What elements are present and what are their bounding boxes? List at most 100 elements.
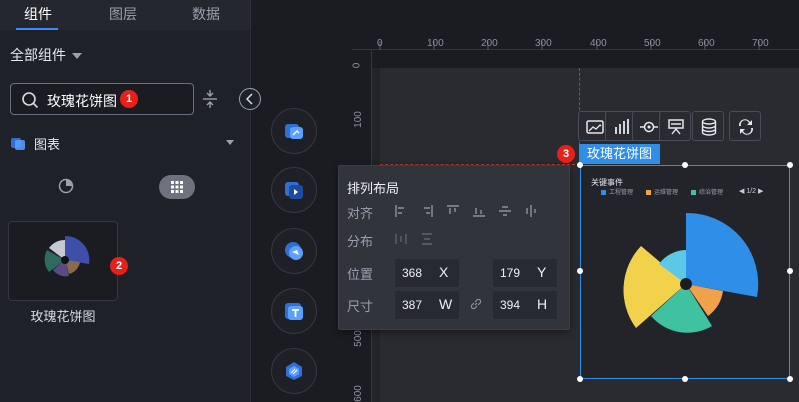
sort-icon[interactable]: [201, 88, 219, 110]
align-label: 对齐: [347, 206, 374, 221]
step-badge-3: 3: [557, 145, 575, 163]
eye-target-icon: [640, 121, 658, 133]
resize-handle[interactable]: [682, 376, 688, 382]
distribute-vertical-icon[interactable]: [420, 232, 434, 246]
strip-material-button[interactable]: [271, 348, 317, 394]
ruler-label: 100: [427, 38, 444, 49]
strip-media-button[interactable]: [271, 167, 317, 213]
align-bottom-icon[interactable]: [472, 204, 486, 218]
ruler-label: 500: [644, 38, 661, 49]
position-x-unit: X: [439, 264, 449, 280]
media-icon: [285, 182, 303, 199]
ruler-label: 500: [352, 330, 364, 347]
image-icon: [586, 120, 604, 134]
resize-handle[interactable]: [787, 162, 793, 168]
tab-layers[interactable]: 图层: [93, 0, 153, 30]
pie-view-icon[interactable]: [58, 178, 74, 194]
layout-panel: 排列布局 对齐 分布 位置 368 X 179 Y 尺寸 387 W 394 H: [338, 165, 570, 330]
size-height-field[interactable]: 394 H: [493, 291, 557, 319]
ruler-label: 100: [352, 111, 364, 128]
position-x-field[interactable]: 368 X: [395, 259, 459, 287]
step-badge-2: 2: [110, 257, 128, 275]
link-icon[interactable]: [469, 297, 483, 311]
distribute-horizontal-icon[interactable]: [394, 232, 408, 246]
tab-data[interactable]: 数据: [176, 0, 236, 30]
screen-icon: [668, 119, 684, 135]
align-right-icon[interactable]: [420, 204, 434, 218]
resize-handle[interactable]: [787, 376, 793, 382]
ruler-ticks: [379, 41, 760, 50]
component-panel: 组件 图层 数据 全部组件 玫瑰花饼图 1 图表 2 玫瑰花饼图: [0, 0, 251, 402]
rose-pie-chart: [623, 212, 759, 333]
position-y-value: 179: [500, 266, 521, 280]
rose-slice-blue: [686, 212, 759, 297]
ruler-label: 400: [590, 38, 607, 49]
size-width-unit: W: [439, 296, 453, 312]
text-icon: [285, 303, 303, 320]
align-top-icon[interactable]: [446, 204, 460, 218]
resize-handle[interactable]: [577, 268, 583, 274]
all-components-label: 全部组件: [10, 47, 66, 63]
tab-components[interactable]: 组件: [8, 0, 68, 30]
size-height-value: 394: [500, 298, 521, 312]
size-height-unit: H: [537, 296, 548, 312]
size-width-value: 387: [402, 298, 423, 312]
database-icon: [701, 118, 717, 136]
size-width-field[interactable]: 387 W: [395, 291, 459, 319]
material-icon: [286, 362, 302, 380]
grid-view-button[interactable]: [159, 175, 195, 199]
align-center-horizontal-icon[interactable]: [524, 204, 538, 218]
align-left-icon[interactable]: [394, 204, 408, 218]
search-value: 玫瑰花饼图: [47, 93, 117, 109]
chart-category-icon: [11, 138, 25, 150]
ruler-horizontal: 0 100 200 300 400 500 600 700: [352, 30, 799, 50]
ruler-label: 700: [752, 38, 769, 49]
chart-edit-icon: [285, 124, 303, 139]
panel-tabs: 组件 图层 数据: [0, 0, 250, 30]
chevron-down-icon: [226, 140, 234, 145]
map-icon: [285, 242, 303, 260]
category-label: 图表: [34, 137, 61, 152]
ruler-label: 200: [481, 38, 498, 49]
search-icon: [22, 92, 39, 109]
rose-pie-widget[interactable]: 关键事件 工程管理 运维管理 综治管理 ◀ 1/2 ▶: [580, 165, 790, 379]
distribute-label: 分布: [347, 234, 374, 249]
chevron-left-icon: [245, 93, 253, 105]
ruler-label: 600: [352, 385, 364, 402]
active-tab-indicator: [16, 28, 58, 30]
chevron-down-icon: [72, 53, 82, 60]
strip-map-button[interactable]: [271, 228, 317, 274]
toolbar-database-button[interactable]: [692, 111, 724, 141]
ruler-label: 0: [377, 38, 383, 49]
layout-panel-title: 排列布局: [347, 181, 400, 196]
rose-pie-thumbnail: [44, 235, 90, 277]
toolbar-screen-button[interactable]: [659, 111, 691, 141]
ruler-label: 0: [351, 62, 363, 69]
collapse-panel-button[interactable]: [239, 88, 261, 110]
rose-center: [680, 278, 692, 290]
toolbar-interaction-button[interactable]: [729, 111, 761, 141]
interaction-icon: [738, 119, 754, 135]
strip-chart-button[interactable]: [271, 108, 317, 154]
resize-handle[interactable]: [577, 376, 583, 382]
position-y-unit: Y: [537, 264, 547, 280]
bar-chart-icon: [615, 119, 629, 134]
resize-handle[interactable]: [577, 162, 583, 168]
search-input[interactable]: 玫瑰花饼图: [10, 83, 194, 115]
component-card-rose-pie[interactable]: [8, 221, 118, 301]
category-charts[interactable]: 图表: [10, 133, 234, 153]
resize-handle[interactable]: [682, 162, 688, 168]
position-y-field[interactable]: 179 Y: [493, 259, 557, 287]
component-card-label: 玫瑰花饼图: [30, 309, 96, 324]
strip-text-button[interactable]: [271, 288, 317, 334]
step-badge-1: 1: [120, 90, 138, 108]
ruler-label: 600: [698, 38, 715, 49]
align-center-vertical-icon[interactable]: [498, 204, 512, 218]
position-label: 位置: [347, 267, 374, 282]
resize-handle[interactable]: [787, 268, 793, 274]
all-components-dropdown[interactable]: 全部组件: [10, 45, 82, 65]
size-label: 尺寸: [347, 299, 374, 314]
ruler-label: 300: [535, 38, 552, 49]
selected-component-tag: 玫瑰花饼图: [579, 144, 661, 164]
position-x-value: 368: [402, 266, 423, 280]
